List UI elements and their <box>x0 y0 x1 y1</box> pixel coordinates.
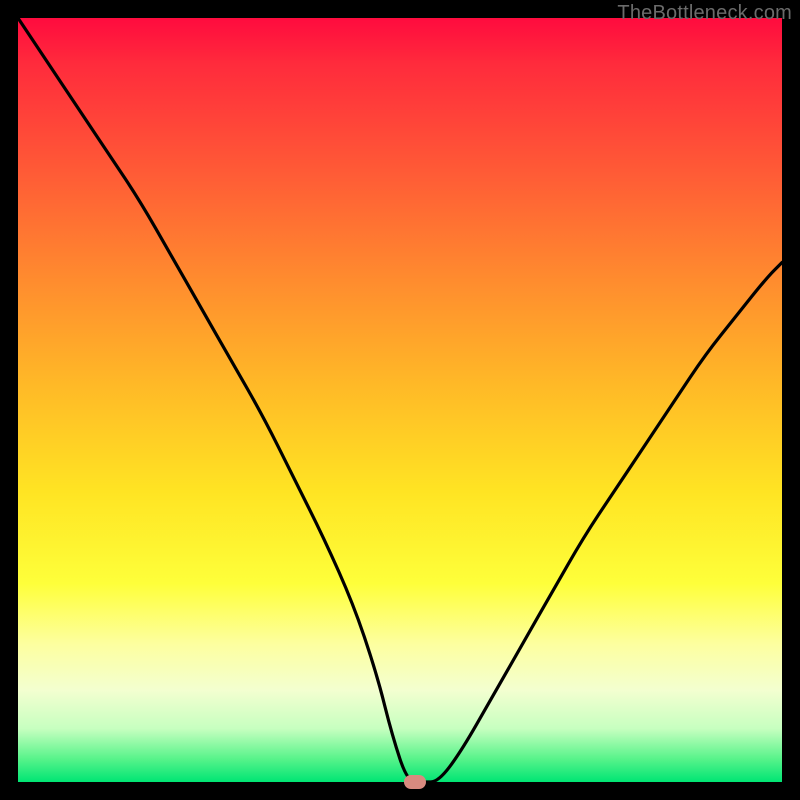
curve-layer <box>18 18 782 782</box>
bottleneck-curve <box>18 18 782 782</box>
watermark-text: TheBottleneck.com <box>617 2 792 25</box>
chart-stage: TheBottleneck.com <box>0 0 800 800</box>
optimum-marker <box>404 775 426 789</box>
plot-area <box>18 18 782 782</box>
